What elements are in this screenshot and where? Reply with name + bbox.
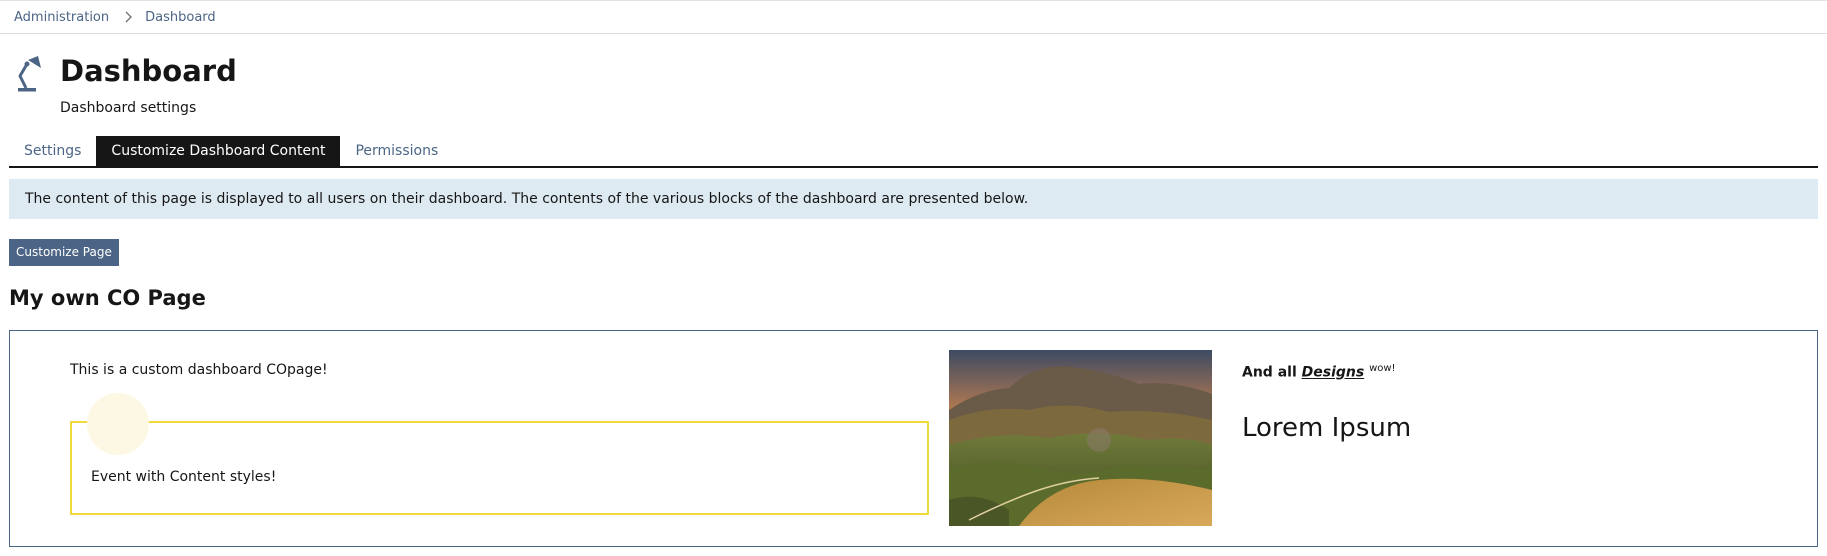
designs-sup: wow! [1369,363,1396,374]
designs-line: And all Designs wow! [1242,363,1396,381]
tab-bar: Settings Customize Dashboard Content Per… [9,136,1818,168]
event-box [70,421,929,515]
breadcrumb-administration[interactable]: Administration [14,10,109,25]
landscape-image [949,350,1212,526]
lorem-heading: Lorem Ipsum [1242,413,1412,443]
tab-customize-dashboard-content[interactable]: Customize Dashboard Content [96,136,341,166]
desk-lamp-icon [16,56,46,94]
designs-link[interactable]: Designs [1302,365,1365,381]
page-subtitle: Dashboard settings [60,100,197,116]
event-circle [87,393,149,455]
custom-dashboard-text: This is a custom dashboard COpage! [70,362,328,378]
event-text: Event with Content styles! [91,469,277,485]
section-title: My own CO Page [9,286,206,310]
customize-page-button[interactable]: Customize Page [9,239,119,266]
page-title: Dashboard [60,54,237,88]
info-message-text: The content of this page is displayed to… [25,191,1029,207]
tab-permissions[interactable]: Permissions [340,136,453,166]
tab-settings[interactable]: Settings [9,136,96,166]
designs-prefix: And all [1242,364,1297,381]
breadcrumb: Administration Dashboard [0,1,1827,34]
chevron-right-icon [125,11,133,23]
info-message: The content of this page is displayed to… [9,179,1818,219]
breadcrumb-dashboard[interactable]: Dashboard [145,10,216,25]
copage-content: This is a custom dashboard COpage! Event… [9,330,1818,547]
